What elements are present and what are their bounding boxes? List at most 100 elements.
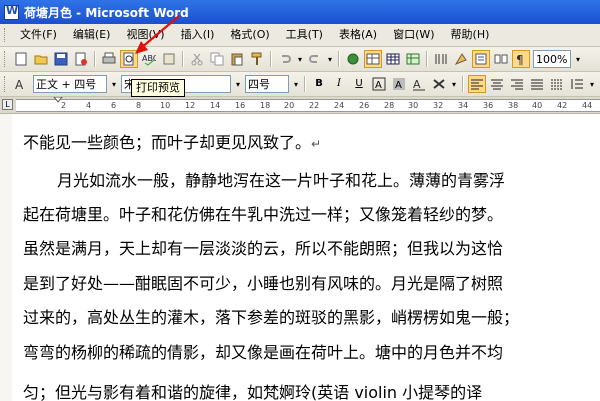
ruler-number: 28 (384, 101, 395, 110)
menu-format[interactable]: 格式(O) (222, 24, 277, 46)
tab-type-selector[interactable]: L (2, 99, 13, 110)
document-line[interactable]: 起在荷塘里。叶子和花仿佛在牛乳中洗过一样；又像笼着轻纱的梦。 (23, 206, 593, 224)
document-line[interactable]: 过来的，高处丛生的灌木，落下参差的斑驳的黑影，峭楞楞如鬼一般； (23, 309, 593, 327)
document-area[interactable]: 不能见一些颜色；而叶子却更见风致了。↵ 月光如流水一般，静静地泻在这一片叶子和花… (0, 114, 600, 401)
undo-icon[interactable] (277, 51, 293, 67)
columns-icon[interactable] (433, 51, 449, 67)
ruler-number: 34 (458, 101, 469, 110)
redo-icon[interactable] (307, 51, 323, 67)
document-line[interactable]: 月光如流水一般，静静地泻在这一片叶子和花上。薄薄的青雾浮 (23, 172, 600, 190)
new-document-icon[interactable] (13, 51, 29, 67)
word-app-icon (4, 4, 19, 20)
insert-excel-icon[interactable] (405, 51, 421, 67)
bold-icon[interactable]: B (311, 76, 327, 92)
font-dropdown-icon[interactable]: ▾ (233, 76, 243, 92)
tables-borders-icon[interactable] (364, 50, 382, 68)
reading-layout-icon[interactable] (493, 51, 509, 67)
drawing-icon[interactable] (453, 51, 469, 67)
zoom-value: 100% (536, 52, 568, 66)
menu-grip[interactable] (4, 28, 8, 42)
justify-icon[interactable] (529, 76, 545, 92)
ruler-number: 30 (408, 101, 419, 110)
document-line[interactable]: 弯弯的杨柳的稀疏的倩影，却又像是画在荷叶上。塘中的月色并不均 (23, 344, 593, 362)
toolbar-grip[interactable] (4, 76, 8, 92)
menu-bar: 文件(F) 编辑(E) 视图(V) 插入(I) 格式(O) 工具(T) 表格(A… (0, 24, 600, 47)
copy-icon[interactable] (209, 51, 225, 67)
document-line[interactable]: 是到了好处——酣眠固不可少，小睡也别有风味的。月光是隔了树照 (23, 275, 593, 293)
ruler-number: 38 (508, 101, 519, 110)
zoom-dropdown-icon[interactable]: ▾ (573, 51, 583, 67)
menu-help[interactable]: 帮助(H) (443, 24, 498, 46)
print-preview-tooltip: 打印预览 (131, 79, 185, 97)
character-scaling-icon[interactable]: A (411, 76, 427, 92)
ruler-number: 44 (582, 101, 593, 110)
toolbar-separator (462, 76, 464, 92)
text-effect-icon[interactable] (431, 76, 447, 92)
style-select[interactable]: 正文 + 四号 (33, 75, 107, 93)
permission-icon[interactable] (73, 51, 89, 67)
align-right-icon[interactable] (509, 76, 525, 92)
document-line[interactable]: 虽然是满月，天上却有一层淡淡的云，所以不能朗照；但我以为这恰 (23, 240, 593, 258)
ruler-number: 42 (557, 101, 568, 110)
toolbar-separator (338, 51, 340, 67)
line-spacing-icon[interactable] (569, 76, 585, 92)
toolbar-separator (426, 51, 428, 67)
ruler-number: 8 (136, 101, 142, 110)
menu-table[interactable]: 表格(A) (331, 24, 385, 46)
save-icon[interactable] (53, 51, 69, 67)
ruler-number: 26 (359, 101, 370, 110)
ruler-number: 36 (483, 101, 494, 110)
svg-text:A: A (15, 78, 24, 91)
align-left-icon[interactable] (468, 75, 486, 93)
style-value: 正文 + 四号 (36, 78, 97, 91)
cut-icon[interactable] (189, 51, 205, 67)
ruler-number: 6 (111, 101, 117, 110)
style-dropdown-icon[interactable]: ▾ (109, 76, 119, 92)
print-icon[interactable] (101, 51, 117, 67)
character-border-icon[interactable]: A (371, 76, 387, 92)
font-size-select[interactable]: 四号 (245, 75, 289, 93)
document-line[interactable]: 不能见一些颜色；而叶子却更见风致了。↵ (23, 134, 593, 153)
hyperlink-icon[interactable] (345, 51, 361, 67)
menu-tools[interactable]: 工具(T) (278, 24, 331, 46)
toolbar-separator (304, 76, 306, 92)
redo-dropdown-icon[interactable]: ▾ (325, 51, 335, 67)
distributed-icon[interactable] (549, 76, 565, 92)
document-map-icon[interactable] (472, 50, 490, 68)
document-line[interactable]: 匀；但光与影有着和谐的旋律，如梵婀玲(英语 violin 小提琴的译 (23, 384, 593, 401)
ruler-number: 10 (160, 101, 171, 110)
ruler-number: 18 (260, 101, 271, 110)
zoom-select[interactable]: 100% (533, 50, 571, 68)
menu-file[interactable]: 文件(F) (12, 24, 65, 46)
ruler-number: 40 (532, 101, 543, 110)
toolbar-grip[interactable] (4, 51, 8, 67)
annotation-arrow-icon (135, 15, 180, 54)
menu-window[interactable]: 窗口(W) (385, 24, 442, 46)
format-painter-icon[interactable] (249, 51, 265, 67)
horizontal-ruler[interactable]: L 2 4 6 8 10 12 14 16 18 20 22 24 26 28 … (0, 97, 600, 114)
title-bar: 荷塘月色 - Microsoft Word (0, 0, 600, 24)
italic-icon[interactable]: I (331, 76, 347, 92)
font-size-dropdown-icon[interactable]: ▾ (291, 76, 301, 92)
ruler-number: 2 (61, 101, 67, 110)
character-shading-icon[interactable]: A (391, 76, 407, 92)
insert-table-icon[interactable] (385, 51, 401, 67)
align-center-icon[interactable] (489, 76, 505, 92)
show-hide-formatting-icon[interactable]: ¶ (512, 50, 530, 68)
ruler-number: 16 (235, 101, 246, 110)
text-effect-dropdown-icon[interactable]: ▾ (449, 76, 459, 92)
standard-toolbar: ABC ▾ ▾ ¶ 100% ▾ (0, 47, 600, 72)
styles-formatting-icon[interactable]: A (13, 76, 29, 92)
open-folder-icon[interactable] (33, 51, 49, 67)
paste-icon[interactable] (229, 51, 245, 67)
menu-edit[interactable]: 编辑(E) (65, 24, 119, 46)
document-left-margin (0, 114, 12, 401)
line-spacing-dropdown-icon[interactable]: ▾ (587, 76, 597, 92)
ruler-number: 14 (210, 101, 221, 110)
underline-icon[interactable]: U (351, 76, 367, 92)
toolbar-separator (94, 51, 96, 67)
ruler-number: 32 (433, 101, 444, 110)
formatting-toolbar: A 正文 + 四号 ▾ 宋体 ▾ 四号 ▾ B I U A A A ▾ ▾ (0, 72, 600, 97)
undo-dropdown-icon[interactable]: ▾ (295, 51, 305, 67)
font-size-value: 四号 (248, 78, 270, 91)
